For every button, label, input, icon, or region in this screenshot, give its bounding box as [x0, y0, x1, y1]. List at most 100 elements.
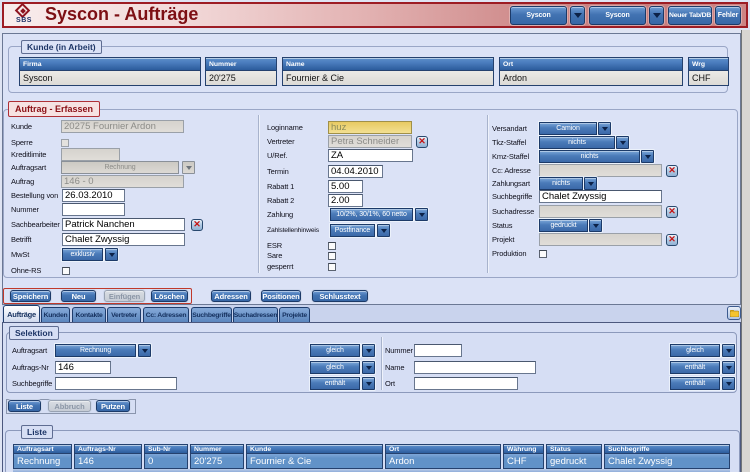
zahlstellenhinweis-combo-value[interactable]: Postfinance — [330, 224, 375, 237]
auftrag-field[interactable] — [61, 175, 184, 188]
kunde-header-name[interactable]: Name — [283, 58, 493, 71]
abbruch-button[interactable]: Abbruch — [48, 400, 91, 412]
cc-adresse-field[interactable] — [539, 164, 662, 177]
kreditlimite-field[interactable] — [61, 148, 120, 161]
liste-cell-status[interactable]: gedruckt — [547, 454, 601, 468]
tab-tools-button[interactable] — [727, 306, 741, 320]
kmz-staffel-combo-arrow-icon[interactable] — [641, 150, 654, 163]
kunde-header-wrg[interactable]: Wrg — [689, 58, 728, 71]
status-combo-value[interactable]: gedruckt — [539, 219, 588, 232]
bestellung-von-field[interactable] — [62, 189, 125, 202]
tkz-staffel-combo-arrow-icon[interactable] — [616, 136, 629, 149]
projekt-field[interactable] — [539, 233, 662, 246]
tab-projekte[interactable]: Projekte — [279, 307, 310, 322]
rabatt1-field[interactable] — [328, 180, 363, 193]
selektion-auftragsart-combo-arrow-icon[interactable] — [138, 344, 151, 357]
neu-button[interactable]: Neu — [61, 290, 96, 302]
sachbearbeiter-clear-button[interactable]: ✕ — [191, 219, 203, 231]
tab-kunden[interactable]: Kunden — [41, 307, 70, 322]
liste-header-auftrags-nr[interactable]: Auftrags-Nr — [75, 445, 141, 454]
kunde-cell-firma[interactable]: Syscon — [20, 71, 200, 85]
selektion-auftragsart-op-arrow-icon[interactable] — [362, 344, 375, 357]
selektion-nummer-field[interactable] — [414, 344, 462, 357]
vertreter-field[interactable] — [328, 135, 412, 148]
suchbegriffe-field[interactable] — [539, 190, 662, 203]
kunde-field[interactable] — [61, 120, 184, 133]
selektion-auftragsart-op-value[interactable]: gleich — [310, 344, 360, 357]
versandart-combo-value[interactable]: Camion — [539, 122, 597, 135]
kunde-header-firma[interactable]: Firma — [20, 58, 200, 71]
rabatt2-field[interactable] — [328, 194, 363, 207]
zahlungsart-combo-value[interactable]: nichts — [539, 177, 583, 190]
auftragsart-combo-arrow-icon[interactable] — [182, 161, 195, 174]
status-combo-arrow-icon[interactable] — [589, 219, 602, 232]
kunde-cell-name[interactable]: Fournier & Cie — [283, 71, 493, 85]
liste-header-auftragsart[interactable]: Auftragsart — [14, 445, 71, 454]
tab-vertreter[interactable]: Vertreter — [107, 307, 141, 322]
liste-cell-waehrung[interactable]: CHF — [504, 454, 543, 468]
selektion-suchbegriffe-field[interactable] — [55, 377, 177, 390]
zahlungsart-combo-arrow-icon[interactable] — [584, 177, 597, 190]
sperre-checkbox[interactable] — [61, 139, 69, 147]
selektion-auftrags-nr-op-arrow-icon[interactable] — [362, 361, 375, 374]
liste-button[interactable]: Liste — [8, 400, 41, 412]
liste-header-status[interactable]: Status — [547, 445, 601, 454]
selektion-suchbegriffe-op-arrow-icon[interactable] — [362, 377, 375, 390]
positionen-button[interactable]: Positionen — [261, 290, 301, 302]
db-combo-1-value[interactable]: Syscon — [510, 6, 567, 25]
loeschen-button[interactable]: Löschen — [151, 290, 188, 302]
liste-header-nummer[interactable]: Nummer — [191, 445, 243, 454]
kmz-staffel-combo-value[interactable]: nichts — [539, 150, 640, 163]
zahlung-combo-arrow-icon[interactable] — [415, 208, 428, 221]
kunde-cell-nummer[interactable]: 20'275 — [206, 71, 276, 85]
tab-cc-adressen[interactable]: Cc: Adressen — [143, 307, 189, 322]
mwst-combo-value[interactable]: exklusiv — [62, 248, 103, 261]
sare-checkbox[interactable] — [328, 252, 336, 260]
zahlung-combo-value[interactable]: 10/2%, 30/1%, 60 netto — [330, 208, 413, 221]
kunde-cell-ort[interactable]: Ardon — [500, 71, 682, 85]
neuer-tab-db-button[interactable]: Neuer Tab/DB — [668, 6, 712, 25]
db-combo-2-value[interactable]: Syscon — [589, 6, 646, 25]
suchadresse-field[interactable] — [539, 205, 662, 218]
suchadresse-clear-button[interactable]: ✕ — [666, 206, 678, 218]
selektion-auftrags-nr-field[interactable] — [55, 361, 111, 374]
tab-suchbegriffe[interactable]: Suchbegriffe — [191, 307, 232, 322]
loginname-field[interactable] — [328, 121, 412, 134]
vertreter-clear-button[interactable]: ✕ — [416, 136, 428, 148]
selektion-suchbegriffe-op-value[interactable]: enthält — [310, 377, 360, 390]
selektion-nummer-op-value[interactable]: gleich — [670, 344, 720, 357]
selektion-name-op-value[interactable]: enthält — [670, 361, 720, 374]
liste-cell-kunde[interactable]: Fournier & Cie — [247, 454, 382, 468]
betrifft-field[interactable] — [62, 233, 185, 246]
tab-suchadressen[interactable]: Suchadressen — [233, 307, 278, 322]
nummer-field[interactable] — [62, 203, 125, 216]
selektion-nummer-op-arrow-icon[interactable] — [722, 344, 735, 357]
db-combo-1-arrow-icon[interactable] — [570, 6, 585, 25]
tab-kontakte[interactable]: Kontakte — [72, 307, 106, 322]
liste-header-kunde[interactable]: Kunde — [247, 445, 382, 454]
tab-auftraege[interactable]: Aufträge — [3, 305, 40, 322]
gesperrt-checkbox[interactable] — [328, 263, 336, 271]
tkz-staffel-combo-value[interactable]: nichts — [539, 136, 615, 149]
db-combo-2-arrow-icon[interactable] — [649, 6, 664, 25]
liste-header-suchbegriffe[interactable]: Suchbegriffe — [605, 445, 729, 454]
liste-header-sub-nr[interactable]: Sub-Nr — [145, 445, 187, 454]
liste-cell-auftragsart[interactable]: Rechnung — [14, 454, 71, 468]
speichern-button[interactable]: Speichern — [10, 290, 51, 302]
selektion-auftrags-nr-op-value[interactable]: gleich — [310, 361, 360, 374]
liste-cell-suchbegriffe[interactable]: Chalet Zwyssig — [605, 454, 729, 468]
schlusstext-button[interactable]: Schlusstext — [312, 290, 368, 302]
termin-field[interactable] — [328, 165, 383, 178]
liste-cell-sub-nr[interactable]: 0 — [145, 454, 187, 468]
einfuegen-button[interactable]: Einfügen — [104, 290, 145, 302]
selektion-name-op-arrow-icon[interactable] — [722, 361, 735, 374]
mwst-combo-arrow-icon[interactable] — [105, 248, 118, 261]
selektion-ort-field[interactable] — [414, 377, 518, 390]
kunde-header-ort[interactable]: Ort — [500, 58, 682, 71]
ohne-rs-checkbox[interactable] — [62, 267, 70, 275]
cc-adresse-clear-button[interactable]: ✕ — [666, 165, 678, 177]
liste-cell-ort[interactable]: Ardon — [386, 454, 500, 468]
uref-field[interactable] — [328, 149, 413, 162]
selektion-ort-op-value[interactable]: enthält — [670, 377, 720, 390]
projekt-clear-button[interactable]: ✕ — [666, 234, 678, 246]
